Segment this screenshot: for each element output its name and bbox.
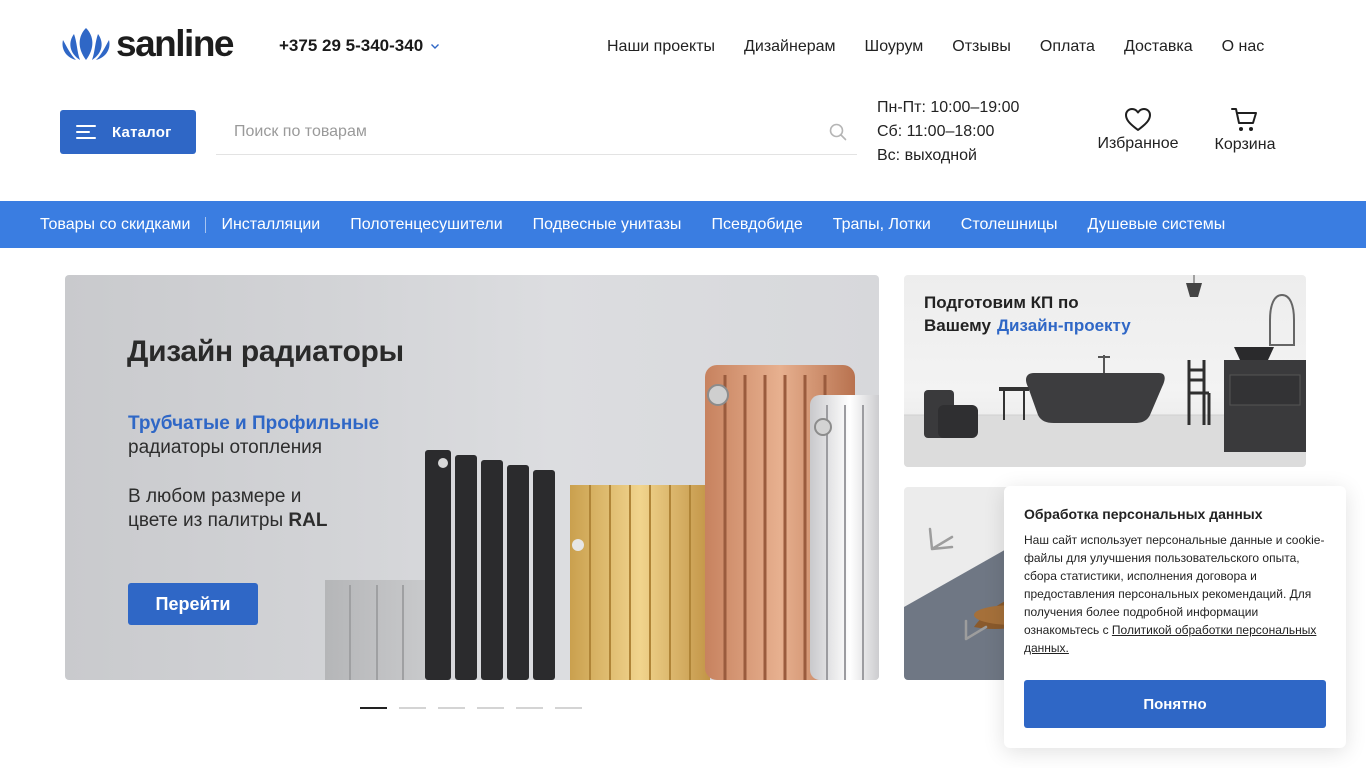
slider-pagination: [360, 707, 594, 709]
menu-icon: [76, 125, 96, 139]
hours-sunday: Вс: выходной: [877, 147, 977, 164]
nav-payment[interactable]: Оплата: [1040, 38, 1095, 56]
hours-saturday: Сб: 11:00–18:00: [877, 123, 995, 140]
phone-number: +375 29 5-340-340: [279, 36, 424, 55]
cookie-consent: Обработка персональных данных Наш сайт и…: [1004, 486, 1346, 748]
hero-banner[interactable]: Дизайн радиаторы Трубчатые и Профильные …: [65, 275, 879, 680]
hero-text-line1: В любом размере и: [128, 486, 302, 507]
slider-dot-4[interactable]: [477, 707, 504, 709]
cookie-title: Обработка персональных данных: [1024, 506, 1263, 522]
hero-subtitle-blue: Трубчатые и Профильные: [128, 413, 380, 434]
cart-icon: [1231, 108, 1257, 131]
category-pseudo-bidet[interactable]: Псевдобиде: [711, 216, 802, 234]
design-project-banner[interactable]: Подготовим КП по Вашему Дизайн-проекту: [904, 275, 1306, 467]
phone-dropdown[interactable]: +375 29 5-340-340: [279, 35, 440, 57]
cookie-accept-button[interactable]: Понятно: [1024, 680, 1326, 728]
nav-reviews[interactable]: Отзывы: [952, 38, 1011, 56]
category-drains[interactable]: Трапы, Лотки: [833, 216, 931, 234]
category-divider: [205, 216, 207, 233]
logo-text: sanline: [116, 23, 235, 64]
design-banner-line2: Вашему Дизайн-проекту: [924, 314, 1131, 337]
slider-dot-1[interactable]: [360, 707, 387, 709]
hero-text-ral: RAL: [288, 510, 328, 531]
search-box: [216, 110, 857, 155]
nav-projects[interactable]: Наши проекты: [607, 38, 715, 56]
cookie-body: Наш сайт использует персональные данные …: [1024, 533, 1325, 637]
working-hours: Пн-Пт: 10:00–19:00 Сб: 11:00–18:00 Вс: в…: [877, 96, 1019, 168]
nav-showroom[interactable]: Шоурум: [865, 38, 924, 56]
category-towel-dryers[interactable]: Полотенцесушители: [350, 216, 502, 234]
search-icon[interactable]: [829, 123, 847, 141]
nav-about[interactable]: О нас: [1222, 38, 1265, 56]
hero-text: В любом размере и цвете из палитры RAL: [128, 485, 388, 533]
search-input[interactable]: [216, 110, 796, 154]
design-banner-line1: Подготовим КП по: [924, 293, 1079, 312]
category-countertops[interactable]: Столешницы: [961, 216, 1058, 234]
hero-title: Дизайн радиаторы: [127, 335, 404, 368]
slider-dot-3[interactable]: [438, 707, 465, 709]
cart-label: Корзина: [1214, 136, 1276, 153]
category-bar: Товары со скидками Инсталляции Полотенце…: [0, 201, 1366, 248]
category-installations[interactable]: Инсталляции: [221, 216, 320, 234]
logo-lotus-icon: [62, 28, 110, 60]
design-banner-prefix: Вашему: [924, 316, 991, 335]
nav-delivery[interactable]: Доставка: [1124, 38, 1193, 56]
chevron-down-icon: [431, 44, 440, 49]
slider-dot-6[interactable]: [555, 707, 582, 709]
top-nav: Наши проекты Дизайнерам Шоурум Отзывы Оп…: [607, 36, 1264, 58]
heart-icon: [1125, 108, 1151, 131]
cart-button[interactable]: Корзина: [1212, 107, 1278, 155]
cookie-text: Наш сайт использует персональные данные …: [1024, 531, 1326, 657]
category-shower-systems[interactable]: Душевые системы: [1088, 216, 1226, 234]
slider-dot-2[interactable]: [399, 707, 426, 709]
slider-dot-5[interactable]: [516, 707, 543, 709]
nav-designers[interactable]: Дизайнерам: [744, 38, 835, 56]
favorites-label: Избранное: [1097, 135, 1179, 152]
logo[interactable]: sanline: [60, 24, 242, 64]
hours-weekdays: Пн-Пт: 10:00–19:00: [877, 99, 1020, 116]
category-wall-hung-toilets[interactable]: Подвесные унитазы: [533, 216, 682, 234]
category-discounts[interactable]: Товары со скидками: [40, 216, 190, 234]
catalog-label: Каталог: [112, 123, 172, 141]
catalog-button[interactable]: Каталог: [60, 110, 196, 154]
design-banner-highlight: Дизайн-проекту: [996, 316, 1131, 335]
hero-text-line2: цвете из палитры: [128, 510, 284, 531]
hero-subtitle: радиаторы отопления: [128, 437, 323, 458]
radiators-image: [325, 365, 879, 680]
favorites-button[interactable]: Избранное: [1096, 107, 1180, 155]
hero-go-button[interactable]: Перейти: [128, 583, 258, 625]
